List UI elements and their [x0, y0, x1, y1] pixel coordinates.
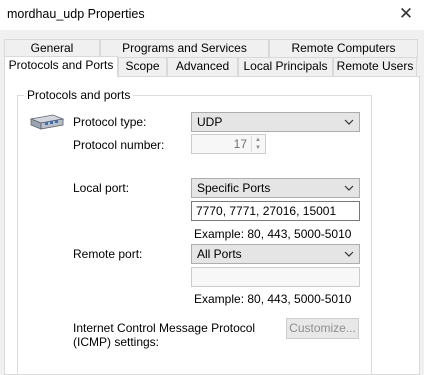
tab-advanced[interactable]: Advanced — [167, 57, 238, 76]
remote-port-mode: All Ports — [197, 247, 242, 261]
window-title: mordhau_udp Properties — [7, 7, 145, 21]
tab-protocols-and-ports[interactable]: Protocols and Ports — [4, 56, 118, 77]
network-cable-icon — [29, 114, 65, 130]
tab-scope[interactable]: Scope — [118, 57, 167, 76]
local-port-select[interactable]: Specific Ports — [191, 178, 360, 198]
close-button[interactable]: ✕ — [394, 3, 418, 25]
chevron-down-icon — [344, 119, 354, 125]
customize-button[interactable]: Customize... — [286, 318, 359, 339]
remote-port-example: Example: 80, 443, 5000-5010 — [194, 292, 352, 306]
local-port-input[interactable]: 7770, 7771, 27016, 15001 — [191, 201, 360, 221]
icmp-label-line2: (ICMP) settings: — [73, 335, 160, 349]
tab-remote-users[interactable]: Remote Users — [333, 57, 417, 76]
remote-port-select[interactable]: All Ports — [191, 244, 360, 264]
title-bar: mordhau_udp Properties ✕ — [0, 0, 424, 30]
stepper-up-icon[interactable]: ▲ — [252, 136, 264, 144]
local-port-example: Example: 80, 443, 5000-5010 — [194, 227, 352, 241]
stepper-buttons[interactable]: ▲ ▼ — [251, 136, 264, 152]
icmp-label-line1: Internet Control Message Protocol — [73, 321, 256, 335]
protocol-type-select[interactable]: UDP — [191, 112, 360, 132]
protocol-number-value: 17 — [233, 137, 247, 151]
protocol-type-label: Protocol type: — [73, 115, 147, 129]
local-port-mode: Specific Ports — [197, 181, 271, 195]
tab-remote-computers[interactable]: Remote Computers — [269, 39, 418, 58]
group-title: Protocols and ports — [24, 88, 134, 102]
remote-port-label: Remote port: — [73, 247, 143, 261]
chevron-down-icon — [344, 251, 354, 257]
protocol-number-stepper[interactable]: 17 ▲ ▼ — [191, 134, 266, 154]
tab-programs-and-services[interactable]: Programs and Services — [100, 39, 269, 58]
protocol-type-value: UDP — [197, 115, 223, 129]
local-port-label: Local port: — [73, 181, 130, 195]
tab-local-principals[interactable]: Local Principals — [238, 57, 333, 76]
protocol-number-label: Protocol number: — [73, 138, 165, 152]
chevron-down-icon — [344, 185, 354, 191]
stepper-down-icon[interactable]: ▼ — [252, 144, 264, 152]
remote-port-input[interactable] — [191, 267, 360, 287]
